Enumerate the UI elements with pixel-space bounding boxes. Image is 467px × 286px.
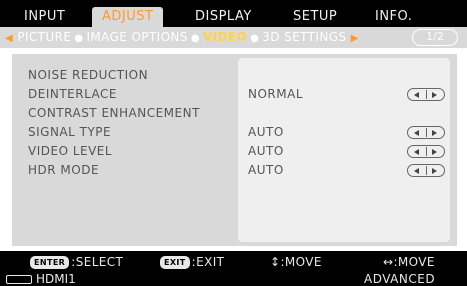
help-select: ENTER:SELECT bbox=[30, 254, 123, 270]
left-right-stepper-icon[interactable] bbox=[407, 88, 445, 101]
setting-row-contrast-enhancement[interactable]: CONTRAST ENHANCEMENT bbox=[28, 105, 453, 121]
submenu-item-3d-settings[interactable]: 3D SETTINGS bbox=[262, 30, 346, 44]
chevron-left-icon[interactable]: ◀ bbox=[5, 33, 13, 44]
main-tab-bar: INPUT ADJUST DISPLAY SETUP INFO. bbox=[0, 0, 467, 27]
setting-label: VIDEO LEVEL bbox=[28, 144, 113, 158]
setting-row-noise-reduction[interactable]: NOISE REDUCTION bbox=[28, 67, 453, 83]
setting-value: AUTO bbox=[248, 163, 284, 177]
help-select-text: :SELECT bbox=[71, 255, 124, 269]
tab-input[interactable]: INPUT bbox=[24, 7, 65, 27]
setting-row-deinterlace[interactable]: DEINTERLACE NORMAL bbox=[28, 86, 453, 102]
projector-osd-menu: INPUT ADJUST DISPLAY SETUP INFO. ◀ PICTU… bbox=[0, 0, 467, 286]
tab-adjust[interactable]: ADJUST bbox=[92, 7, 164, 27]
separator-dot-icon: ● bbox=[250, 33, 260, 44]
enter-key-icon: ENTER bbox=[30, 256, 70, 269]
chevron-right-icon[interactable]: ▶ bbox=[351, 33, 359, 44]
setting-label: SIGNAL TYPE bbox=[28, 125, 112, 139]
setting-value: AUTO bbox=[248, 144, 284, 158]
setting-value: NORMAL bbox=[248, 87, 304, 101]
tab-info[interactable]: INFO. bbox=[375, 7, 412, 27]
submenu-item-image-options[interactable]: IMAGE OPTIONS bbox=[86, 30, 187, 44]
submenu-bar: ◀ PICTURE ● IMAGE OPTIONS ● VIDEO ● 3D SETTING… bbox=[0, 27, 467, 48]
page-indicator: 1/2 bbox=[412, 29, 458, 46]
left-right-stepper-icon[interactable] bbox=[407, 145, 445, 158]
tab-display[interactable]: DISPLAY bbox=[195, 7, 252, 27]
input-source: HDMI1 bbox=[36, 273, 76, 286]
setting-value: AUTO bbox=[248, 125, 284, 139]
submenu-item-picture[interactable]: PICTURE bbox=[17, 30, 71, 44]
left-right-stepper-icon[interactable] bbox=[407, 126, 445, 139]
help-move-horizontal: ↔:MOVE bbox=[383, 255, 435, 269]
setting-row-signal-type[interactable]: SIGNAL TYPE AUTO bbox=[28, 124, 453, 140]
tab-setup[interactable]: SETUP bbox=[293, 7, 337, 27]
help-exit: EXIT:EXIT bbox=[160, 254, 224, 270]
separator-dot-icon: ● bbox=[190, 33, 200, 44]
setting-label: CONTRAST ENHANCEMENT bbox=[28, 106, 200, 120]
separator-dot-icon: ● bbox=[74, 33, 84, 44]
help-bar: ENTER:SELECT EXIT:EXIT ↕:MOVE ↔:MOVE bbox=[0, 251, 467, 273]
setting-label: NOISE REDUCTION bbox=[28, 68, 149, 82]
exit-key-icon: EXIT bbox=[160, 256, 190, 269]
setting-label: DEINTERLACE bbox=[28, 87, 118, 101]
menu-mode: ADVANCED bbox=[364, 273, 436, 286]
submenu-item-video[interactable]: VIDEO bbox=[203, 30, 247, 44]
setting-label: HDR MODE bbox=[28, 163, 100, 177]
status-bar: HDMI1 ADVANCED bbox=[0, 273, 467, 286]
help-move-vertical: ↕:MOVE bbox=[270, 255, 322, 269]
left-right-stepper-icon[interactable] bbox=[407, 164, 445, 177]
setting-row-video-level[interactable]: VIDEO LEVEL AUTO bbox=[28, 143, 453, 159]
hdmi-cable-icon bbox=[6, 275, 32, 284]
setting-row-hdr-mode[interactable]: HDR MODE AUTO bbox=[28, 162, 453, 178]
help-exit-text: :EXIT bbox=[191, 255, 225, 269]
